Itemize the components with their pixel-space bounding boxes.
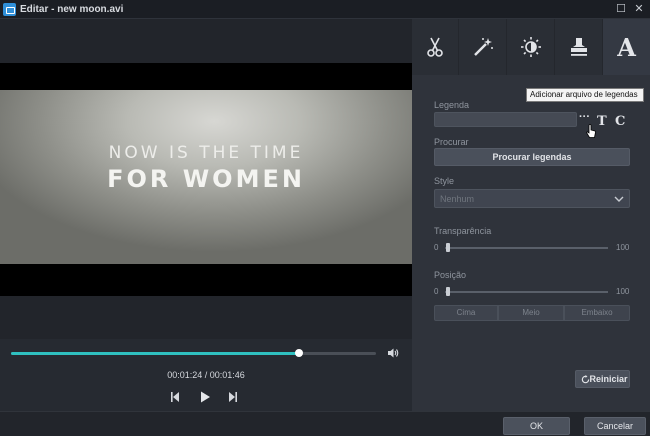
- refresh-icon: [581, 375, 590, 384]
- cancel-button[interactable]: Cancelar: [584, 417, 646, 435]
- transparencia-min: 0: [434, 243, 439, 252]
- restore-button[interactable]: ☐: [612, 1, 630, 18]
- seek-progress: [11, 352, 300, 355]
- search-subtitles-button[interactable]: Procurar legendas: [434, 148, 630, 166]
- posicao-slider-handle[interactable]: [446, 287, 450, 296]
- text-a-icon: A: [617, 33, 636, 62]
- tab-effects[interactable]: [459, 19, 507, 75]
- tooltip: Adicionar arquivo de legendas: [526, 88, 644, 102]
- position-middle-button[interactable]: Meio: [498, 305, 564, 321]
- edit-panel: A Legenda ··· T C Procurar Procurar lege…: [412, 19, 650, 411]
- video-caption-line1: NOW IS THE TIME: [108, 143, 304, 163]
- position-bottom-button[interactable]: Embaixo: [564, 305, 630, 321]
- procurar-label: Procurar: [434, 137, 469, 147]
- next-frame-icon[interactable]: [225, 390, 239, 404]
- video-letterbox: NOW IS THE TIME FOR WOMEN: [0, 63, 412, 296]
- style-label: Style: [434, 176, 455, 186]
- seek-bar[interactable]: [11, 349, 376, 357]
- seek-handle[interactable]: [295, 349, 304, 357]
- magic-wand-icon: [473, 38, 493, 56]
- reset-button[interactable]: Reiniciar: [575, 370, 630, 388]
- playback-controls: 00:01:24 / 00:01:46: [0, 339, 412, 411]
- posicao-slider[interactable]: [445, 287, 608, 296]
- app-icon: [3, 3, 16, 16]
- tab-adjust[interactable]: [507, 19, 555, 75]
- window-title: Editar - new moon.avi: [20, 4, 124, 15]
- legenda-label: Legenda: [434, 100, 470, 110]
- video-preview: NOW IS THE TIME FOR WOMEN: [0, 19, 412, 339]
- video-caption-line2: FOR WOMEN: [107, 165, 305, 193]
- video-frame: NOW IS THE TIME FOR WOMEN: [0, 90, 412, 264]
- stamp-icon: [570, 38, 587, 56]
- time-display: 00:01:24 / 00:01:46: [167, 370, 245, 380]
- transparencia-label: Transparência: [434, 226, 492, 236]
- hand-cursor-icon: [586, 124, 596, 138]
- transparencia-slider[interactable]: [445, 243, 608, 252]
- posicao-min: 0: [434, 287, 439, 296]
- posicao-max: 100: [616, 287, 630, 296]
- tab-subtitles[interactable]: A: [603, 19, 650, 75]
- style-select[interactable]: Nenhum: [434, 189, 630, 208]
- chevron-down-icon: [614, 196, 624, 202]
- transparencia-max: 100: [616, 243, 630, 252]
- text-subtitle-button[interactable]: T: [597, 114, 607, 129]
- style-select-value: Nenhum: [440, 194, 475, 204]
- transparencia-slider-handle[interactable]: [446, 243, 450, 252]
- volume-icon[interactable]: [387, 347, 399, 359]
- brightness-icon: [520, 37, 541, 57]
- legenda-input[interactable]: [434, 112, 577, 127]
- title-bar: Editar - new moon.avi ☐ ✕: [0, 0, 650, 19]
- ok-button[interactable]: OK: [503, 417, 570, 435]
- close-button[interactable]: ✕: [630, 1, 648, 18]
- play-icon[interactable]: [198, 390, 212, 404]
- posicao-label: Posição: [434, 270, 467, 280]
- reset-button-label: Reiniciar: [589, 374, 628, 384]
- browse-subtitle-button[interactable]: ···: [579, 111, 590, 123]
- tab-watermark[interactable]: [555, 19, 603, 75]
- position-top-button[interactable]: Cima: [434, 305, 498, 321]
- previous-frame-icon[interactable]: [169, 390, 183, 404]
- scissors-icon: [427, 37, 443, 57]
- footer-bar: OK Cancelar: [0, 411, 650, 436]
- tab-cut[interactable]: [412, 19, 459, 75]
- c-subtitle-button[interactable]: C: [615, 114, 625, 129]
